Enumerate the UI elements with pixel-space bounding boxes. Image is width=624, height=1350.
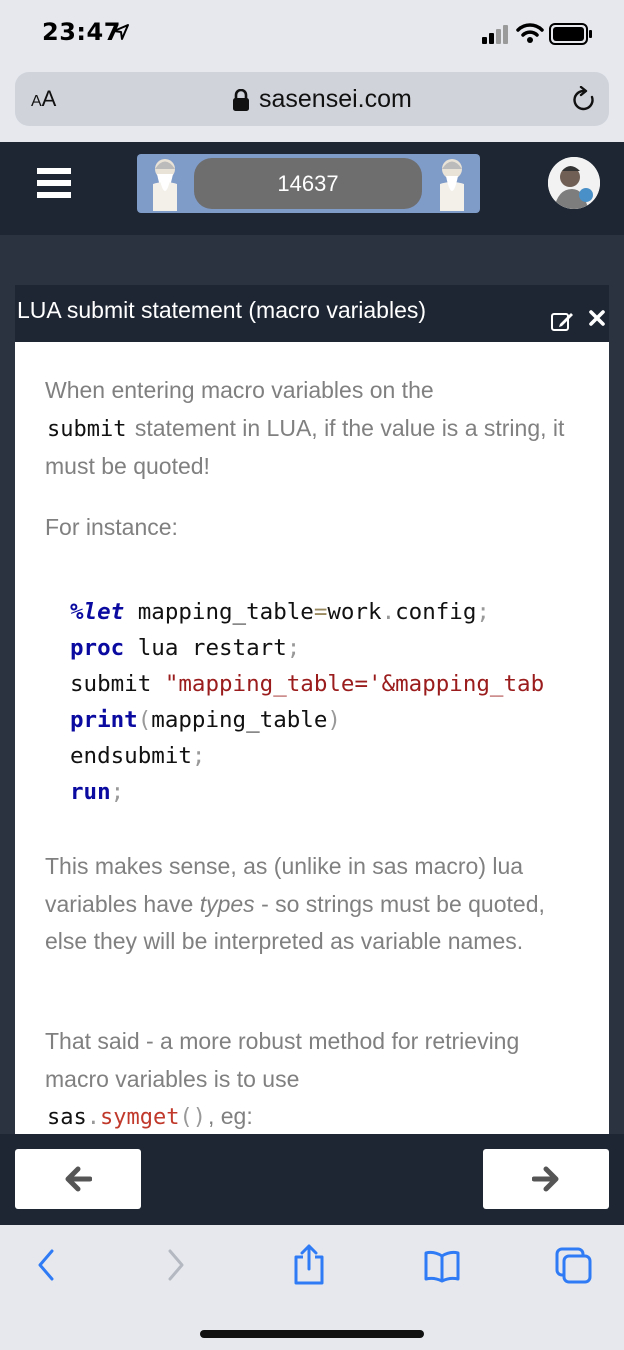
url-display[interactable]: sasensei.com bbox=[233, 85, 412, 114]
reload-icon[interactable] bbox=[571, 86, 597, 114]
back-icon[interactable] bbox=[34, 1247, 58, 1283]
edit-icon[interactable] bbox=[551, 310, 575, 332]
sensei-right-icon bbox=[440, 159, 464, 211]
arrow-left-icon bbox=[65, 1166, 92, 1192]
site-header: 14637 bbox=[0, 142, 624, 235]
browser-address-bar: AA sasensei.com bbox=[0, 66, 624, 142]
paragraph-explanation: This makes sense, as (unlike in sas macr… bbox=[45, 853, 545, 954]
code-line-5: endsubmit; bbox=[70, 743, 206, 769]
cellular-signal-icon bbox=[482, 25, 508, 44]
code-line-2: proc lua restart; bbox=[70, 635, 301, 661]
forward-icon[interactable] bbox=[164, 1247, 188, 1283]
url-field[interactable]: AA sasensei.com bbox=[15, 72, 609, 126]
lock-icon bbox=[233, 88, 249, 111]
card-header: LUA submit statement (macro variables) bbox=[15, 285, 609, 342]
wifi-icon bbox=[516, 23, 544, 43]
status-bar: 23:47 bbox=[0, 0, 624, 66]
home-indicator bbox=[200, 1330, 424, 1338]
sensei-left-icon bbox=[153, 159, 177, 211]
tabs-icon[interactable] bbox=[555, 1247, 593, 1285]
paragraph-for-instance: For instance: bbox=[45, 514, 178, 540]
arrow-right-icon bbox=[532, 1166, 559, 1192]
menu-icon[interactable] bbox=[37, 168, 71, 200]
bookmarks-icon[interactable] bbox=[424, 1249, 460, 1283]
close-icon[interactable] bbox=[588, 309, 606, 327]
safari-toolbar bbox=[0, 1225, 624, 1350]
avatar-image bbox=[548, 157, 600, 209]
score-banner: 14637 bbox=[137, 154, 480, 213]
battery-icon bbox=[549, 23, 592, 45]
code-line-6: run; bbox=[70, 779, 125, 805]
user-avatar[interactable] bbox=[548, 157, 600, 209]
code-line-3: submit "mapping_table='&mapping_tab bbox=[70, 671, 545, 697]
url-text: sasensei.com bbox=[259, 85, 412, 113]
card-navigation bbox=[0, 1134, 624, 1225]
location-arrow-icon bbox=[113, 24, 129, 40]
text-size-button[interactable]: AA bbox=[31, 86, 56, 112]
score-display: 14637 bbox=[194, 158, 422, 209]
next-button[interactable] bbox=[483, 1149, 609, 1209]
code-line-1: %let mapping_table=work.config; bbox=[70, 599, 490, 625]
status-time: 23:47 bbox=[42, 18, 121, 46]
card-body: When entering macro variables on the sub… bbox=[15, 342, 609, 1134]
inline-code-submit: submit bbox=[47, 416, 127, 442]
previous-button[interactable] bbox=[15, 1149, 141, 1209]
code-block: %let mapping_table=work.config; proc lua… bbox=[70, 594, 544, 810]
paragraph-robust-method: That said - a more robust method for ret… bbox=[45, 1028, 520, 1130]
inline-code-symget: sas.symget() bbox=[47, 1105, 206, 1130]
paragraph-intro: When entering macro variables on the sub… bbox=[45, 377, 565, 479]
code-line-4: print(mapping_table) bbox=[70, 707, 341, 733]
card-title: LUA submit statement (macro variables) bbox=[17, 297, 427, 323]
share-icon[interactable] bbox=[292, 1243, 326, 1285]
